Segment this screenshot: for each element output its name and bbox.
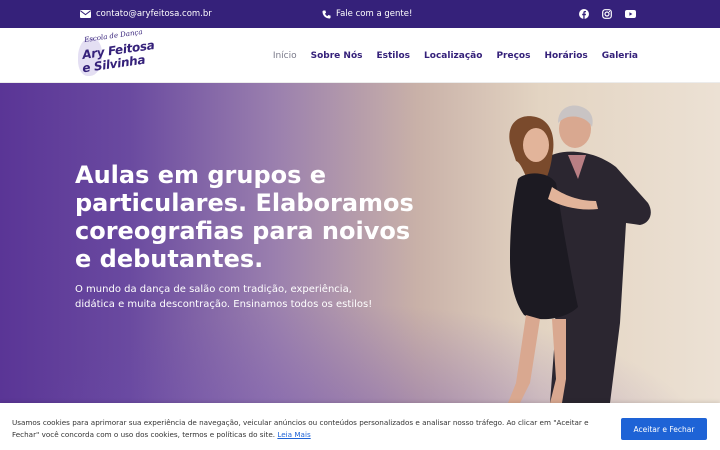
school-logo[interactable]: Escola de Dança Ary Feitosa e Silvinha [78,28,156,78]
social-links [579,0,636,28]
phone-icon [322,9,331,19]
nav-item-horarios[interactable]: Horários [544,51,587,61]
instagram-icon[interactable] [602,9,612,19]
hero-title: Aulas em grupos e particulares. Elaboram… [75,161,414,273]
accept-and-close-button[interactable]: Aceitar e Fechar [621,418,707,440]
email-text[interactable]: contato@aryfeitosa.com.br [96,9,212,19]
site-header: Escola de Dança Ary Feitosa e Silvinha I… [0,28,720,83]
email-contact[interactable]: contato@aryfeitosa.com.br [80,0,212,28]
nav-item-estilos[interactable]: Estilos [377,51,411,61]
nav-item-sobre-nos[interactable]: Sobre Nós [311,51,363,61]
phone-contact[interactable]: Fale com a gente! [322,0,412,28]
envelope-icon [80,10,91,18]
hero-subtitle: O mundo da dança de salão com tradição, … [75,284,373,310]
nav-item-precos[interactable]: Preços [496,51,530,61]
cookie-consent-banner: Usamos cookies para aprimorar sua experi… [0,403,720,450]
cookie-text-block: Usamos cookies para aprimorar sua experi… [12,417,612,441]
main-nav: Início Sobre Nós Estilos Localização Pre… [273,28,638,83]
nav-item-galeria[interactable]: Galeria [602,51,638,61]
nav-item-inicio[interactable]: Início [273,51,297,61]
top-contact-bar: contato@aryfeitosa.com.br Fale com a gen… [0,0,720,28]
youtube-icon[interactable] [625,10,636,18]
nav-item-localizacao[interactable]: Localização [424,51,482,61]
hero-banner: Aulas em grupos e particulares. Elaboram… [0,83,720,403]
dancing-couple-photo [508,105,651,403]
read-more-link[interactable]: Leia Mais [277,430,310,439]
facebook-icon[interactable] [579,9,589,19]
phone-text[interactable]: Fale com a gente! [336,9,412,19]
